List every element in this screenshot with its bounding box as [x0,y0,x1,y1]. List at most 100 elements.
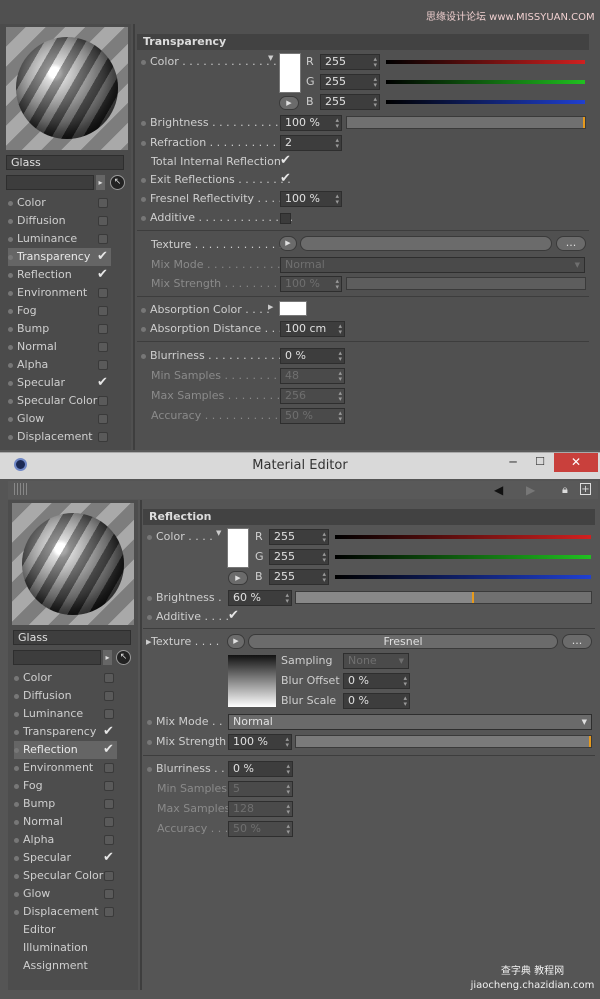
top-channel-diffusion[interactable]: Diffusion [8,212,111,230]
bottom-r-slider[interactable] [335,535,591,539]
top-blurriness-field[interactable]: 0 % ▴ ▾ [280,348,345,364]
top-b-field[interactable]: 255 ▴ ▾ [320,94,380,110]
bottom-channel-normal[interactable]: Normal [14,813,117,831]
bottom-channel-transparency[interactable]: Transparency [14,723,117,741]
bottom-brightness-field[interactable]: 60 % ▴ ▾ [228,590,292,606]
top-g-slider[interactable] [386,80,585,84]
bottom-channel-fog[interactable]: Fog [14,777,117,795]
top-material-search[interactable] [6,175,94,190]
bottom-channel-glow[interactable]: Glow [14,885,117,903]
channel-checkbox[interactable]: ✔ [103,743,114,756]
top-channel-reflection[interactable]: Reflection [8,266,111,284]
bottom-pointer-icon[interactable]: ↖ [116,650,131,665]
channel-checkbox[interactable] [104,871,114,881]
top-channel-bump[interactable]: Bump [8,320,111,338]
lock-icon[interactable]: 🔒︎ [562,483,568,497]
channel-checkbox[interactable] [104,691,114,701]
top-channel-environment[interactable]: Environment [8,284,111,302]
maximize-button[interactable]: ☐ [527,454,553,472]
top-b-slider[interactable] [386,100,585,104]
channel-checkbox[interactable] [104,907,114,917]
top-r-field[interactable]: 255 ▴ ▾ [320,54,380,70]
top-channel-normal[interactable]: Normal [8,338,111,356]
top-texture-play-button[interactable]: ▶ [279,236,297,251]
top-color-expand-icon[interactable]: ▼ [268,54,273,62]
close-button[interactable]: ✕ [554,453,598,472]
top-exit-checkbox[interactable]: ✔ [280,172,291,185]
bottom-channel-color[interactable]: Color [14,669,117,687]
top-abscolor-expand-icon[interactable]: ▶ [268,303,273,311]
top-maxsamples-field[interactable]: 256 ▴ ▾ [280,388,345,404]
top-pointer-icon[interactable]: ↖ [110,175,125,190]
channel-checkbox[interactable] [104,709,114,719]
top-texture-slot[interactable] [300,236,552,251]
bottom-texture-more-button[interactable]: ... [562,634,592,649]
channel-checkbox[interactable] [98,414,108,424]
channel-checkbox[interactable] [98,324,108,334]
channel-checkbox[interactable] [104,799,114,809]
top-additive-checkbox[interactable] [280,213,291,224]
channel-checkbox[interactable] [98,288,108,298]
bottom-channel-specular-color[interactable]: Specular Color [14,867,117,885]
bottom-sampling-select[interactable]: None ▼ [343,653,409,669]
bottom-minsamples-field[interactable]: 5 ▴ ▾ [228,781,293,797]
channel-checkbox[interactable] [98,396,108,406]
top-channel-fog[interactable]: Fog [8,302,111,320]
top-brightness-field[interactable]: 100 % ▴ ▾ [280,115,342,131]
bottom-channel-reflection[interactable]: Reflection [14,741,117,759]
bottom-g-slider[interactable] [335,555,591,559]
bottom-item-editor[interactable]: Editor [23,921,56,939]
top-channel-specular-color[interactable]: Specular Color [8,392,111,410]
top-mixstrength-field[interactable]: 100 % ▴ ▾ [280,276,342,292]
channel-checkbox[interactable] [98,432,108,442]
bottom-maxsamples-field[interactable]: 128 ▴ ▾ [228,801,293,817]
bottom-b-slider[interactable] [335,575,591,579]
top-brightness-slider[interactable] [346,116,586,129]
channel-checkbox[interactable] [104,889,114,899]
nav-back-icon[interactable]: ◀ [494,483,503,497]
top-channel-color[interactable]: Color [8,194,111,212]
channel-checkbox[interactable] [104,817,114,827]
channel-checkbox[interactable]: ✔ [103,725,114,738]
channel-checkbox[interactable] [98,342,108,352]
top-accuracy-field[interactable]: 50 % ▴ ▾ [280,408,345,424]
top-r-slider[interactable] [386,60,585,64]
bottom-additive-checkbox[interactable]: ✔ [228,609,239,622]
channel-checkbox[interactable] [104,781,114,791]
bottom-channel-alpha[interactable]: Alpha [14,831,117,849]
top-abscolor-swatch[interactable] [279,301,307,316]
channel-checkbox[interactable] [98,216,108,226]
bottom-mixmode-select[interactable]: Normal ▼ [228,714,592,730]
bottom-channel-luminance[interactable]: Luminance [14,705,117,723]
channel-checkbox[interactable] [104,835,114,845]
top-fresnel-field[interactable]: 100 % ▴ ▾ [280,191,342,207]
top-channel-displacement[interactable]: Displacement [8,428,111,446]
channel-checkbox[interactable] [104,763,114,773]
bottom-channel-diffusion[interactable]: Diffusion [14,687,117,705]
bottom-mixstrength-field[interactable]: 100 % ▴ ▾ [228,734,292,750]
channel-checkbox[interactable]: ✔ [97,268,108,281]
top-channel-alpha[interactable]: Alpha [8,356,111,374]
bottom-item-assignment[interactable]: Assignment [23,957,88,975]
bottom-channel-environment[interactable]: Environment [14,759,117,777]
new-window-icon[interactable]: + [580,483,591,495]
bottom-color-expand-icon[interactable]: ▼ [216,529,221,537]
top-color-swatch[interactable] [279,53,301,93]
bottom-texture-slot[interactable]: Fresnel [248,634,558,649]
bottom-texture-play-button[interactable]: ▶ [227,634,245,649]
bottom-search-arrow-icon[interactable]: ▸ [103,650,112,665]
channel-checkbox[interactable]: ✔ [97,376,108,389]
top-channel-specular[interactable]: Specular [8,374,111,392]
top-color-play-button[interactable]: ▶ [279,96,299,110]
bottom-accuracy-field[interactable]: 50 % ▴ ▾ [228,821,293,837]
bottom-channel-bump[interactable]: Bump [14,795,117,813]
bottom-b-field[interactable]: 255 ▴ ▾ [269,569,329,585]
top-mixstrength-slider[interactable] [346,277,586,290]
bottom-material-name[interactable]: Glass [13,630,131,645]
top-refraction-field[interactable]: 2 ▴ ▾ [280,135,342,151]
bottom-material-search[interactable] [13,650,101,665]
channel-checkbox[interactable] [98,360,108,370]
channel-checkbox[interactable]: ✔ [103,851,114,864]
top-minsamples-field[interactable]: 48 ▴ ▾ [280,368,345,384]
top-tir-checkbox[interactable]: ✔ [280,154,291,167]
